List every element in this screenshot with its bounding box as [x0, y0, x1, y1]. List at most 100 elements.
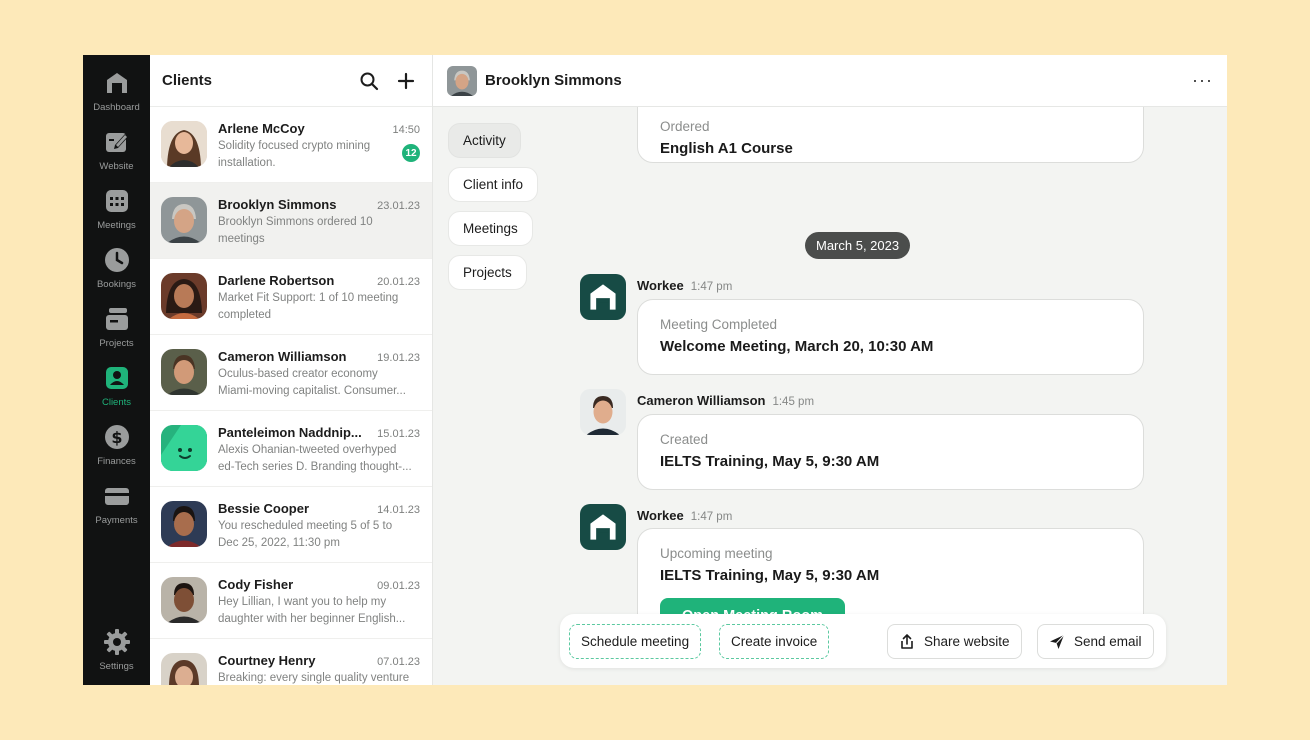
client-row[interactable]: Cody Fisher 09.01.23 Hey Lillian, I want … — [150, 563, 432, 639]
client-row[interactable]: Brooklyn Simmons 23.01.23 Brooklyn Simmon… — [150, 183, 432, 259]
unread-badge: 12 — [402, 144, 420, 162]
more-options-icon[interactable]: ··· — [1192, 70, 1213, 91]
client-name: Panteleimon Naddnip... — [218, 425, 362, 440]
nav-item-finances[interactable]: $ Finances — [83, 423, 150, 467]
card-icon — [104, 488, 129, 505]
activity-value: English A1 Course — [660, 140, 793, 157]
workee-logo-icon — [580, 504, 626, 550]
client-last-message: Market Fit Support: 1 of 10 meeting comp… — [218, 292, 399, 321]
nav-label: Settings — [99, 661, 134, 672]
tab-meetings[interactable]: Meetings — [448, 211, 533, 246]
detail-client-name: Brooklyn Simmons — [485, 72, 622, 89]
nav-item-payments[interactable]: Payments — [83, 482, 150, 526]
clients-title: Clients — [162, 72, 213, 89]
activity-kind: Meeting Completed — [660, 317, 778, 332]
tab-activity[interactable]: Activity — [448, 123, 521, 158]
schedule-meeting-button[interactable]: Schedule meeting — [569, 624, 702, 659]
workee-logo-icon — [580, 274, 626, 320]
clients-panel: Clients Arlene McCoy 14:50 Solidity focus… — [150, 55, 433, 685]
avatar — [580, 389, 626, 435]
client-name: Bessie Cooper — [218, 501, 310, 516]
client-detail: Brooklyn Simmons ··· Activity Client inf… — [433, 55, 1227, 685]
client-name: Darlene Robertson — [218, 273, 335, 288]
client-date: 09.01.23 — [377, 580, 420, 592]
client-date: 15.01.23 — [377, 428, 420, 440]
message-header: Cameron Williamson 1:45 pm — [637, 393, 814, 408]
dashboard-logo-icon — [106, 73, 127, 93]
client-last-message: Hey Lillian, I want you to help my daugh… — [218, 596, 406, 625]
client-row[interactable]: Panteleimon Naddnip... 15.01.23 Alexis Oh… — [150, 411, 432, 487]
client-date: 23.01.23 — [377, 200, 420, 212]
message-time: 1:47 pm — [690, 511, 733, 523]
client-last-message: Brooklyn Simmons ordered 10 meetings — [218, 216, 373, 245]
avatar — [161, 197, 207, 243]
client-row[interactable]: Courtney Henry 07.01.23 Breaking: every s… — [150, 639, 432, 685]
client-row[interactable]: Cameron Williamson 19.01.23 Oculus-based … — [150, 335, 432, 411]
nav-item-dashboard[interactable]: Dashboard — [83, 69, 150, 113]
search-icon — [360, 72, 379, 90]
tab-client-info[interactable]: Client info — [448, 167, 539, 202]
share-icon — [901, 633, 913, 649]
nav-item-meetings[interactable]: Meetings — [83, 187, 150, 231]
avatar — [161, 501, 207, 547]
tab-projects[interactable]: Projects — [448, 255, 527, 290]
client-last-message: Alexis Ohanian-tweeted overhyped ed-Tech… — [218, 444, 412, 473]
send-icon — [1050, 634, 1065, 649]
create-invoice-button[interactable]: Create invoice — [719, 624, 830, 659]
avatar — [161, 577, 207, 623]
nav-rail: Dashboard Website Meetings Bookings Proj… — [83, 55, 150, 685]
client-date: 19.01.23 — [377, 352, 420, 364]
share-website-button[interactable]: Share website — [887, 624, 1022, 659]
client-row[interactable]: Bessie Cooper 14.01.23 You rescheduled me… — [150, 487, 432, 563]
avatar — [447, 65, 477, 96]
nav-item-website[interactable]: Website — [83, 128, 150, 172]
nav-item-clients[interactable]: Clients — [83, 364, 150, 408]
plus-icon — [397, 72, 415, 89]
activity-kind: Ordered — [660, 119, 710, 134]
add-client-button[interactable] — [392, 67, 420, 95]
projects-icon — [105, 308, 128, 330]
client-date: 20.01.23 — [377, 276, 420, 288]
message-header: Workee 1:47 pm — [637, 508, 732, 523]
activity-value: IELTS Training, May 5, 9:30 AM — [660, 453, 880, 470]
client-last-message: Oculus-based creator economy Miami-movin… — [218, 368, 406, 397]
avatar — [161, 349, 207, 395]
search-button[interactable] — [355, 67, 383, 95]
message-sender: Workee — [637, 278, 684, 293]
send-email-button[interactable]: Send email — [1037, 624, 1154, 659]
client-last-message: Breaking: every single quality venture — [218, 672, 410, 684]
client-name: Cameron Williamson — [218, 349, 347, 364]
avatar — [161, 653, 207, 685]
activity-feed: Ordered English A1 Course March 5, 2023 … — [563, 87, 1163, 653]
activity-value: Welcome Meeting, March 20, 10:30 AM — [660, 338, 934, 355]
activity-value: IELTS Training, May 5, 9:30 AM — [660, 567, 880, 584]
activity-kind: Created — [660, 432, 709, 447]
client-last-message: Solidity focused crypto mining installat… — [218, 140, 371, 169]
app-window: Dashboard Website Meetings Bookings Proj… — [83, 55, 1227, 685]
message-time: 1:47 pm — [690, 281, 733, 293]
nav-item-settings[interactable]: Settings — [83, 628, 150, 672]
nav-label: Payments — [95, 515, 138, 526]
client-date: 07.01.23 — [377, 656, 420, 668]
nav-label: Website — [99, 161, 134, 172]
client-row[interactable]: Darlene Robertson 20.01.23 Market Fit Sup… — [150, 259, 432, 335]
calendar-icon — [105, 190, 128, 212]
website-edit-icon — [105, 133, 128, 152]
client-date: 14:50 — [392, 124, 420, 136]
client-row[interactable]: Arlene McCoy 14:50 Solidity focused crypt… — [150, 107, 432, 183]
client-name: Cody Fisher — [218, 577, 294, 592]
nav-label: Clients — [101, 397, 132, 408]
dollar-icon: $ — [104, 425, 129, 449]
nav-label: Finances — [97, 456, 136, 467]
client-name: Brooklyn Simmons — [218, 197, 337, 212]
send-email-label: Send email — [1074, 634, 1142, 649]
client-date: 14.01.23 — [377, 504, 420, 516]
activity-kind: Upcoming meeting — [660, 546, 773, 561]
nav-item-projects[interactable]: Projects — [83, 305, 150, 349]
clock-icon — [104, 248, 129, 272]
date-separator: March 5, 2023 — [805, 232, 911, 259]
avatar — [161, 425, 207, 471]
nav-item-bookings[interactable]: Bookings — [83, 246, 150, 290]
avatar — [161, 121, 207, 167]
message-sender: Cameron Williamson — [637, 393, 766, 408]
